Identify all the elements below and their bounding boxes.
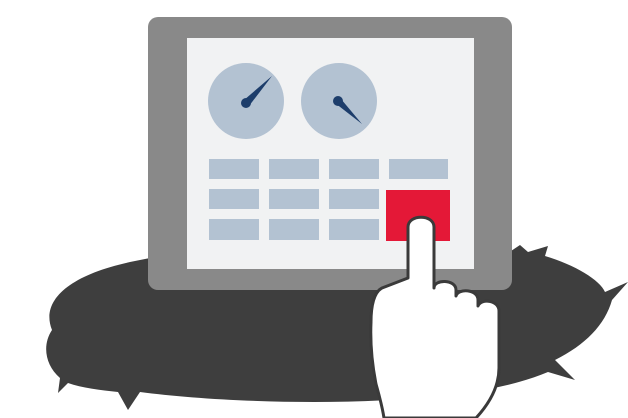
keypad-key[interactable] xyxy=(329,159,379,179)
keypad-key[interactable] xyxy=(269,219,319,240)
illustration xyxy=(0,0,628,418)
keypad-key[interactable] xyxy=(389,159,448,179)
keypad-key[interactable] xyxy=(209,219,259,240)
pressure-gauge-icon xyxy=(208,63,284,139)
keypad-key[interactable] xyxy=(329,219,379,240)
keypad-key[interactable] xyxy=(329,189,379,209)
tablet-illustration xyxy=(46,17,628,418)
pressure-gauge-icon xyxy=(301,63,377,139)
keypad-key[interactable] xyxy=(209,159,259,179)
keypad-key[interactable] xyxy=(269,159,319,179)
keypad-key[interactable] xyxy=(269,189,319,209)
keypad-key[interactable] xyxy=(209,189,259,209)
